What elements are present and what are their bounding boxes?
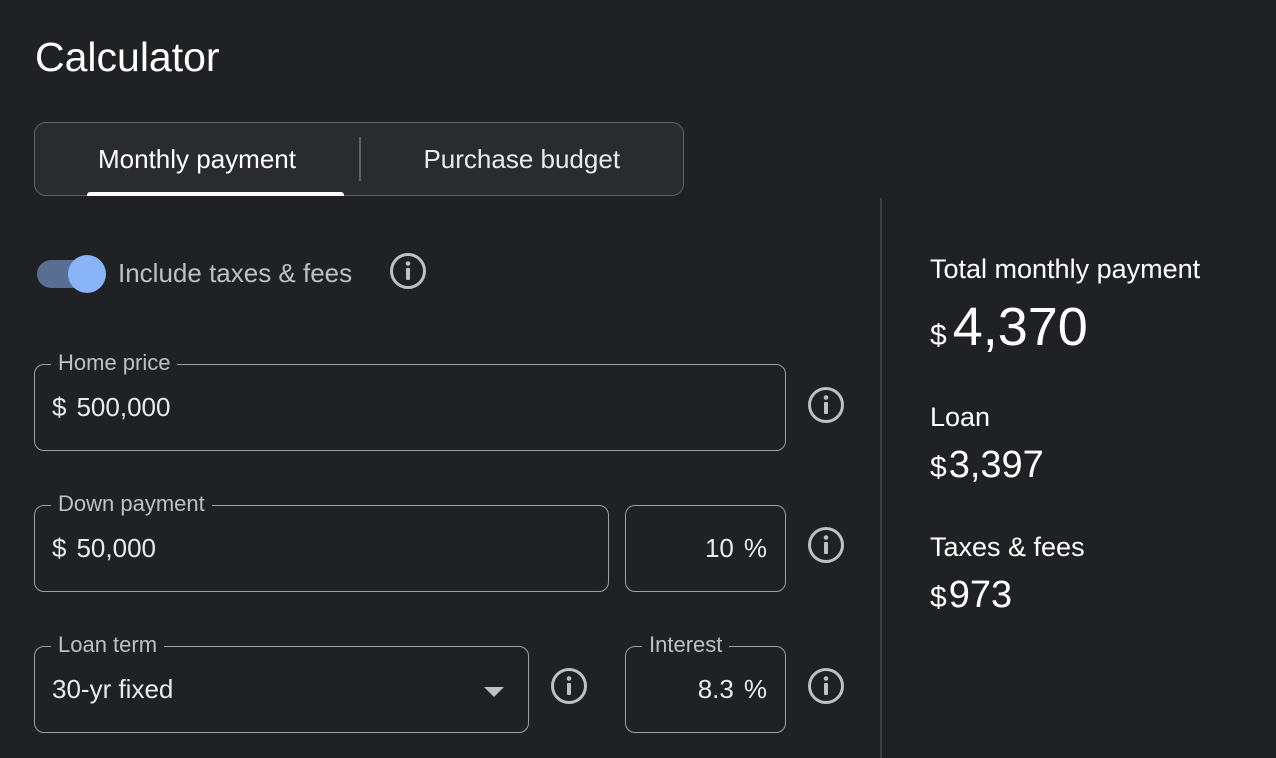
tab-monthly-payment[interactable]: Monthly payment	[35, 123, 359, 196]
down-payment-percent-input[interactable]: 10 %	[705, 506, 767, 591]
panel-divider	[880, 198, 882, 758]
taxes-fees-amount: 973	[948, 574, 1013, 616]
loan-term-select[interactable]: Loan term 30-yr fixed	[34, 631, 529, 733]
loan-label: Loan	[930, 402, 991, 432]
info-icon[interactable]	[550, 667, 588, 705]
loan-value: $3,397	[930, 443, 1044, 490]
down-payment-value: 50,000	[76, 533, 156, 563]
calculator-page: Calculator Monthly payment Purchase budg…	[0, 0, 1276, 758]
currency-prefix: $	[52, 533, 67, 563]
include-taxes-label: Include taxes & fees	[118, 258, 353, 288]
include-taxes-toggle[interactable]	[37, 255, 109, 293]
loan-amount: 3,397	[948, 444, 1044, 486]
tab-bar: Monthly payment Purchase budget	[34, 122, 684, 196]
taxes-fees-label: Taxes & fees	[930, 532, 1085, 562]
total-monthly-payment-label: Total monthly payment	[930, 254, 1201, 284]
tab-label: Purchase budget	[423, 143, 621, 174]
tab-purchase-budget[interactable]: Purchase budget	[361, 123, 684, 195]
down-payment-field[interactable]: Down payment $ 50,000	[34, 490, 609, 592]
total-amount: 4,370	[952, 297, 1088, 357]
loan-term-value: 30-yr fixed	[52, 674, 174, 704]
home-price-field[interactable]: Home price $ 500,000	[34, 349, 786, 451]
active-tab-indicator	[87, 192, 344, 196]
home-price-input[interactable]: $ 500,000	[52, 365, 170, 450]
percent-suffix: %	[743, 674, 767, 704]
down-payment-percent-field[interactable]: 10 %	[625, 505, 786, 592]
interest-value: 8.3	[697, 674, 734, 704]
taxes-fees-value: $973	[930, 573, 1012, 620]
down-payment-input[interactable]: $ 50,000	[52, 506, 156, 591]
currency-symbol: $	[930, 319, 947, 352]
info-icon[interactable]	[807, 667, 845, 705]
info-icon[interactable]	[807, 386, 845, 424]
total-monthly-payment-value: $4,370	[930, 297, 1088, 366]
interest-input[interactable]: 8.3 %	[698, 647, 767, 732]
info-icon[interactable]	[807, 526, 845, 564]
percent-suffix: %	[743, 533, 767, 563]
currency-symbol: $	[930, 451, 947, 484]
info-icon[interactable]	[389, 252, 427, 290]
home-price-value: 500,000	[76, 392, 171, 422]
page-title: Calculator	[35, 34, 220, 80]
tab-label: Monthly payment	[98, 143, 296, 174]
down-payment-percent-value: 10	[704, 533, 734, 563]
currency-prefix: $	[52, 392, 67, 422]
interest-field[interactable]: Interest 8.3 %	[625, 631, 786, 733]
toggle-knob	[68, 255, 106, 293]
currency-symbol: $	[930, 581, 947, 614]
caret-down-icon[interactable]	[484, 687, 504, 697]
